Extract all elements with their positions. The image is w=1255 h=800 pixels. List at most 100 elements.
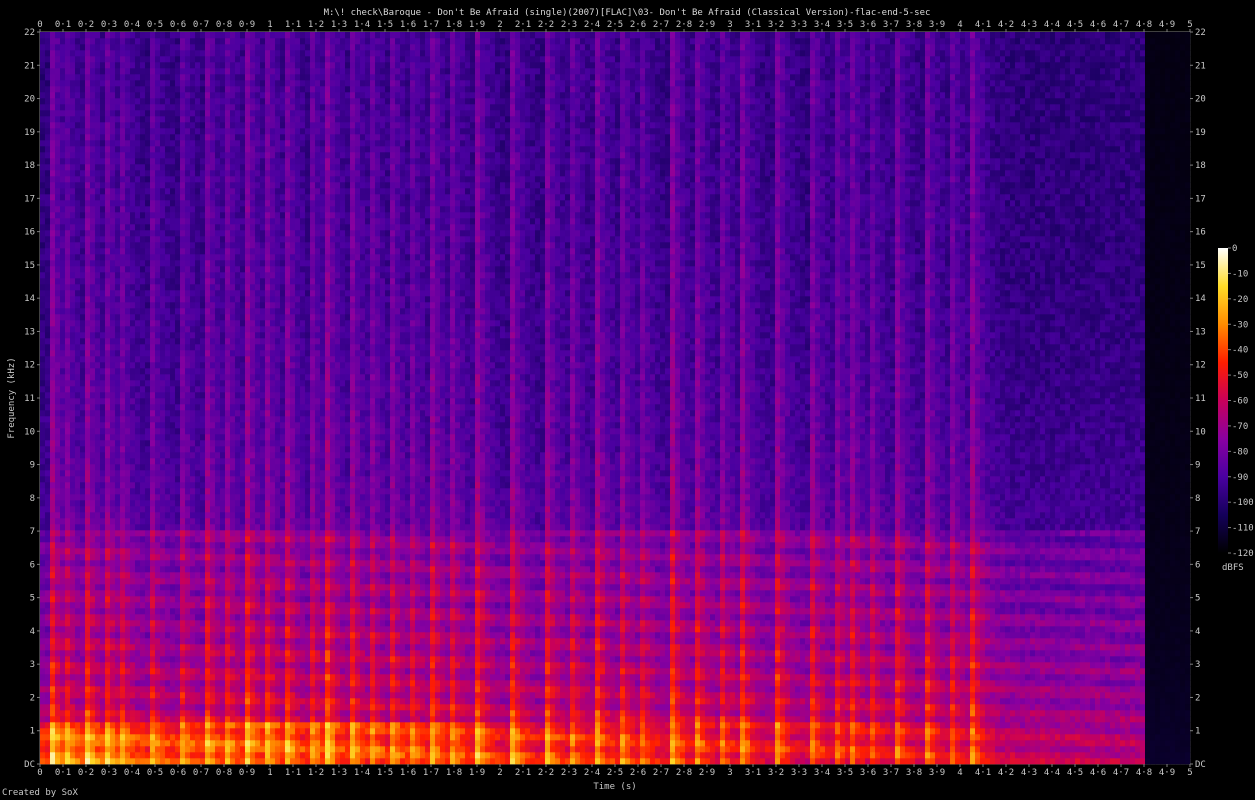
heatmap-cell	[50, 566, 55, 572]
heatmap-cell	[65, 296, 70, 302]
heatmap-cell	[85, 662, 90, 668]
heatmap-cell	[80, 488, 85, 494]
heatmap-cell	[95, 314, 100, 320]
heatmap-cell	[100, 320, 105, 326]
heatmap-cell	[95, 710, 100, 716]
heatmap-cell	[100, 404, 105, 410]
heatmap-cell	[105, 344, 110, 350]
heatmap-cell	[90, 758, 95, 764]
heatmap-cell	[60, 752, 65, 758]
heatmap-cell	[70, 266, 75, 272]
heatmap-cell	[100, 38, 105, 44]
heatmap-cell	[55, 542, 60, 548]
heatmap-cell	[65, 728, 70, 734]
heatmap-cell	[65, 758, 70, 764]
heatmap-cell	[80, 560, 85, 566]
heatmap-cell	[70, 134, 75, 140]
heatmap-cell	[40, 650, 45, 656]
heatmap-cell	[75, 614, 80, 620]
heatmap-cell	[80, 680, 85, 686]
heatmap-cell	[45, 110, 50, 116]
heatmap-cell	[60, 644, 65, 650]
heatmap-cell	[85, 62, 90, 68]
heatmap-cell	[95, 668, 100, 674]
heatmap-cell	[55, 152, 60, 158]
heatmap-cell	[90, 248, 95, 254]
heatmap-cell	[90, 482, 95, 488]
heatmap-cell	[95, 626, 100, 632]
heatmap-cell	[75, 416, 80, 422]
heatmap-cell	[45, 320, 50, 326]
heatmap-cell	[65, 746, 70, 752]
heatmap-cell	[90, 134, 95, 140]
heatmap-cell	[65, 458, 70, 464]
heatmap-cell	[45, 680, 50, 686]
heatmap-cell	[80, 716, 85, 722]
heatmap-cell	[100, 110, 105, 116]
heatmap-cell	[90, 542, 95, 548]
heatmap-cell	[90, 362, 95, 368]
heatmap-cell	[90, 422, 95, 428]
heatmap-cell	[90, 752, 95, 758]
heatmap-cell	[55, 710, 60, 716]
heatmap-cell	[100, 44, 105, 50]
heatmap-cell	[60, 704, 65, 710]
heatmap-cell	[95, 662, 100, 668]
heatmap-cell	[100, 554, 105, 560]
heatmap-cell	[95, 602, 100, 608]
heatmap-cell	[100, 326, 105, 332]
heatmap-cell	[75, 644, 80, 650]
heatmap-cell	[100, 116, 105, 122]
heatmap-cell	[105, 458, 110, 464]
heatmap-cell	[85, 452, 90, 458]
heatmap-cell	[70, 278, 75, 284]
heatmap-cell	[105, 206, 110, 212]
heatmap-cell	[75, 686, 80, 692]
heatmap-cell	[40, 536, 45, 542]
heatmap-cell	[65, 320, 70, 326]
heatmap-cell	[85, 734, 90, 740]
heatmap-cell	[105, 272, 110, 278]
heatmap-cell	[100, 56, 105, 62]
heatmap-cell	[60, 656, 65, 662]
heatmap-cell	[90, 374, 95, 380]
heatmap-cell	[105, 362, 110, 368]
heatmap-cell	[45, 86, 50, 92]
heatmap-cell	[90, 368, 95, 374]
heatmap-cell	[50, 416, 55, 422]
heatmap-cell	[45, 740, 50, 746]
heatmap-cell	[45, 362, 50, 368]
heatmap-cell	[40, 158, 45, 164]
heatmap-cell	[95, 494, 100, 500]
heatmap-cell	[45, 638, 50, 644]
heatmap-cell	[60, 338, 65, 344]
heatmap-cell	[60, 236, 65, 242]
heatmap-cell	[95, 488, 100, 494]
heatmap-cell	[100, 398, 105, 404]
heatmap-cell	[70, 152, 75, 158]
heatmap-cell	[75, 728, 80, 734]
heatmap-cell	[40, 656, 45, 662]
heatmap-cell	[105, 290, 110, 296]
heatmap-cell	[80, 710, 85, 716]
heatmap-cell	[105, 128, 110, 134]
heatmap-cell	[75, 608, 80, 614]
heatmap-cell	[60, 68, 65, 74]
heatmap-cell	[80, 446, 85, 452]
heatmap-cell	[95, 212, 100, 218]
heatmap-cell	[80, 182, 85, 188]
heatmap-cell	[105, 254, 110, 260]
heatmap-cell	[80, 392, 85, 398]
heatmap-cell	[70, 710, 75, 716]
heatmap-cell	[65, 272, 70, 278]
heatmap-cell	[80, 422, 85, 428]
heatmap-cell	[75, 554, 80, 560]
heatmap-cell	[70, 722, 75, 728]
heatmap-cell	[60, 668, 65, 674]
heatmap-cell	[75, 506, 80, 512]
heatmap-cell	[50, 164, 55, 170]
heatmap-cell	[95, 674, 100, 680]
heatmap-cell	[85, 650, 90, 656]
heatmap-cell	[40, 344, 45, 350]
heatmap-cell	[40, 716, 45, 722]
